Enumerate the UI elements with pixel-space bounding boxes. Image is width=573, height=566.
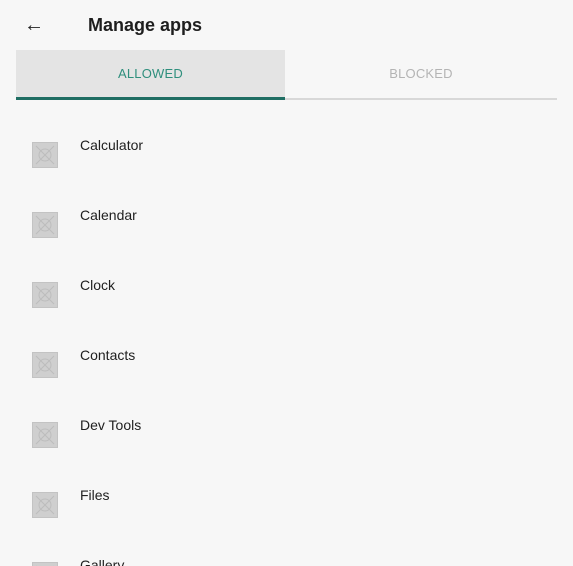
list-item[interactable]: Contacts <box>0 310 573 380</box>
list-item[interactable]: Calendar <box>0 170 573 240</box>
app-name: Calendar <box>80 207 137 223</box>
app-name: Clock <box>80 277 116 293</box>
app-list[interactable]: Calculator Calendar Clock Contacts Dev T… <box>0 100 573 566</box>
app-placeholder-icon <box>32 212 58 238</box>
app-name: Gallery <box>80 557 125 566</box>
app-placeholder-icon <box>32 422 58 448</box>
app-placeholder-icon <box>32 352 58 378</box>
arrow-back-icon[interactable]: ← <box>24 14 50 36</box>
app-placeholder-icon <box>32 492 58 518</box>
app-name: Dev Tools <box>80 417 142 433</box>
app-placeholder-icon <box>32 282 58 308</box>
page-title: Manage apps <box>88 15 203 35</box>
app-name: Files <box>80 487 110 503</box>
app-placeholder-icon <box>32 142 58 168</box>
list-item[interactable]: Clock <box>0 240 573 310</box>
list-item[interactable]: Dev Tools <box>0 380 573 450</box>
app-name: Contacts <box>80 347 136 363</box>
tab-bar: ALLOWED BLOCKED <box>16 50 557 100</box>
list-item[interactable]: Calculator <box>0 100 573 170</box>
list-item[interactable]: Files <box>0 450 573 520</box>
list-item[interactable]: Gallery <box>0 520 573 566</box>
app-bar: ← Manage apps <box>0 0 573 50</box>
tab-allowed[interactable]: ALLOWED <box>16 50 285 100</box>
app-placeholder-icon <box>32 562 58 566</box>
tab-blocked[interactable]: BLOCKED <box>285 50 557 100</box>
manage-apps-screen: ← Manage apps ALLOWED BLOCKED Calculator… <box>0 0 573 566</box>
app-name: Calculator <box>80 137 144 153</box>
